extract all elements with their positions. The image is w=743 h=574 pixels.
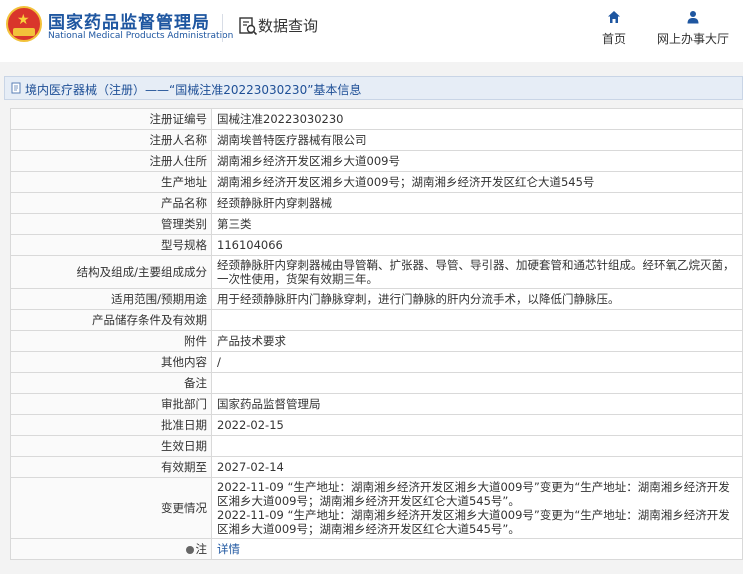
field-value: 湖南湘乡经济开发区湘乡大道009号；湖南湘乡经济开发区红仑大道545号 <box>211 171 743 193</box>
field-value: 116104066 <box>211 234 743 256</box>
table-row: 产品储存条件及有效期 <box>10 309 743 331</box>
nav-home[interactable]: 首页 <box>592 10 636 48</box>
table-row: 管理类别 第三类 <box>10 213 743 235</box>
nav-online-office[interactable]: 网上办事大厅 <box>650 10 736 48</box>
field-label: 变更情况 <box>10 477 212 539</box>
table-row: 批准日期 2022-02-15 <box>10 414 743 436</box>
nav-online-office-label: 网上办事大厅 <box>656 32 729 46</box>
note-label: 注 <box>195 542 208 556</box>
field-label: 管理类别 <box>10 213 212 235</box>
change-history-value: 2022-11-09 “生产地址：湖南湘乡经济开发区湘乡大道009号”变更为“生… <box>211 477 743 539</box>
emblem-logo: ★ <box>6 6 42 42</box>
details-link[interactable]: 详情 <box>217 542 240 556</box>
field-value: 国械注准20223030230 <box>211 108 743 130</box>
field-value: 湖南湘乡经济开发区湘乡大道009号 <box>211 150 743 172</box>
field-value: / <box>211 351 743 373</box>
field-value: 2027-02-14 <box>211 456 743 478</box>
table-row: 结构及组成/主要组成成分 经颈静脉肝内穿刺器械由导管鞘、扩张器、导管、导引器、加硬… <box>10 255 743 289</box>
field-value: 湖南埃普特医疗器械有限公司 <box>211 129 743 151</box>
field-value <box>211 372 743 394</box>
home-icon <box>608 11 620 23</box>
data-query-title: 数据查询 <box>258 17 319 35</box>
change-entry: 2022-11-09 “生产地址：湖南湘乡经济开发区湘乡大道009号”变更为“生… <box>217 480 730 508</box>
field-label: 型号规格 <box>10 234 212 256</box>
table-row: 生产地址 湖南湘乡经济开发区湘乡大道009号；湖南湘乡经济开发区红仑大道545号 <box>10 171 743 193</box>
brand-subtitle: National Medical Products Administration <box>48 31 234 41</box>
table-row: 型号规格 116104066 <box>10 234 743 256</box>
table-row: 适用范围/预期用途 用于经颈静脉肝内门静脉穿刺，进行门静脉的肝内分流手术，以降低门… <box>10 288 743 310</box>
field-value: 经颈静脉肝内穿刺器械 <box>211 192 743 214</box>
table-row: 附件 产品技术要求 <box>10 330 743 352</box>
table-row: 注册人住所 湖南湘乡经济开发区湘乡大道009号 <box>10 150 743 172</box>
note-value: 详情 <box>211 538 743 560</box>
breadcrumb-text: 境内医疗器械（注册）——“国械注准20223030230”基本信息 <box>25 83 362 97</box>
table-row: 其他内容 / <box>10 351 743 373</box>
table-row: 备注 <box>10 372 743 394</box>
field-label: 适用范围/预期用途 <box>10 288 212 310</box>
header-divider <box>222 14 223 42</box>
site-header: ★ 国家药品监督管理局 National Medical Products Ad… <box>0 0 743 56</box>
field-label: 生产地址 <box>10 171 212 193</box>
document-icon <box>11 82 21 94</box>
table-row: 产品名称 经颈静脉肝内穿刺器械 <box>10 192 743 214</box>
table-row: 审批部门 国家药品监督管理局 <box>10 393 743 415</box>
field-value <box>211 435 743 457</box>
field-value: 第三类 <box>211 213 743 235</box>
change-entry: 2022-11-09 “生产地址：湖南湘乡经济开发区湘乡大道009号”变更为“生… <box>217 508 730 536</box>
field-label: 注册人住所 <box>10 150 212 172</box>
table-row-note: 注详情 <box>10 538 743 560</box>
field-value: 2022-02-15 <box>211 414 743 436</box>
field-label: 附件 <box>10 330 212 352</box>
field-label: 有效期至 <box>10 456 212 478</box>
table-row: 有效期至 2027-02-14 <box>10 456 743 478</box>
field-label: 生效日期 <box>10 435 212 457</box>
field-value: 用于经颈静脉肝内门静脉穿刺，进行门静脉的肝内分流手术，以降低门静脉压。 <box>211 288 743 310</box>
field-label: 结构及组成/主要组成成分 <box>10 255 212 289</box>
field-label: 批准日期 <box>10 414 212 436</box>
field-value: 国家药品监督管理局 <box>211 393 743 415</box>
field-label: 审批部门 <box>10 393 212 415</box>
field-value: 产品技术要求 <box>211 330 743 352</box>
field-label: 备注 <box>10 372 212 394</box>
field-label: 其他内容 <box>10 351 212 373</box>
table-row: 注册人名称 湖南埃普特医疗器械有限公司 <box>10 129 743 151</box>
table-row: 生效日期 <box>10 435 743 457</box>
field-label: 注册证编号 <box>10 108 212 130</box>
field-value: 经颈静脉肝内穿刺器械由导管鞘、扩张器、导管、导引器、加硬套管和通芯针组成。经环氧… <box>211 255 743 289</box>
user-icon <box>687 11 699 24</box>
table-row: 注册证编号 国械注准20223030230 <box>10 108 743 130</box>
note-label-cell: 注 <box>10 538 212 560</box>
field-label: 注册人名称 <box>10 129 212 151</box>
registration-detail-table: 注册证编号 国械注准20223030230 注册人名称 湖南埃普特医疗器械有限公司 注册… <box>10 108 743 560</box>
info-icon <box>185 545 194 554</box>
breadcrumb: 境内医疗器械（注册）——“国械注准20223030230”基本信息 <box>4 76 743 100</box>
field-value <box>211 309 743 331</box>
field-label: 产品储存条件及有效期 <box>10 309 212 331</box>
brand-title: 国家药品监督管理局 <box>48 13 210 33</box>
data-query-icon <box>239 17 258 36</box>
field-label: 产品名称 <box>10 192 212 214</box>
table-row-change-history: 变更情况 2022-11-09 “生产地址：湖南湘乡经济开发区湘乡大道009号”变… <box>10 477 743 539</box>
nav-home-label: 首页 <box>601 32 626 46</box>
